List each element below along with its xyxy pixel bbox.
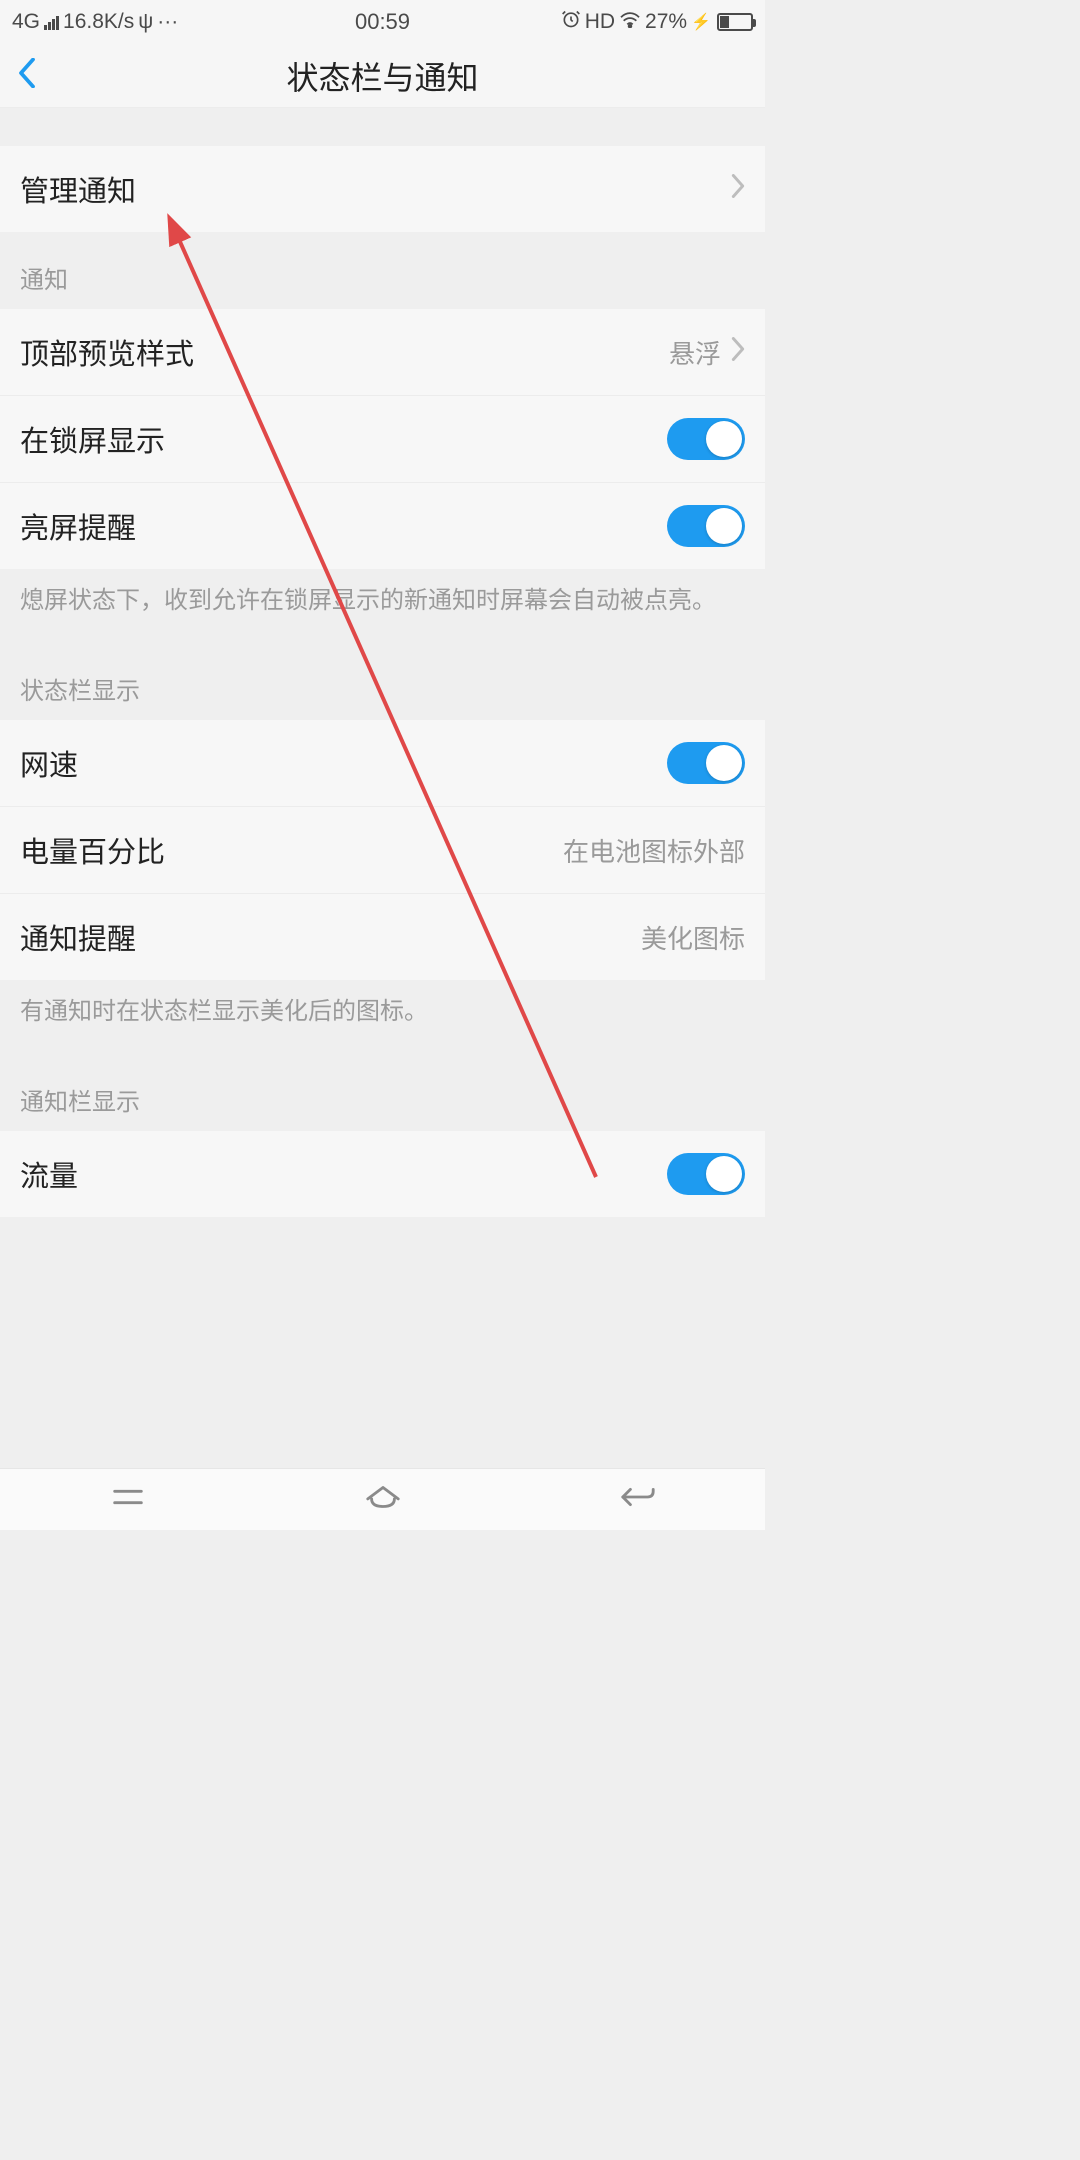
- data-usage-row: 流量: [0, 1131, 765, 1217]
- section-notifications: 通知: [0, 232, 765, 309]
- wake-screen-row: 亮屏提醒: [0, 482, 765, 569]
- usb-icon: ψ: [138, 10, 153, 34]
- home-button[interactable]: [364, 1478, 402, 1521]
- section-panel: 通知栏显示: [0, 1054, 765, 1131]
- section-statusbar: 状态栏显示: [0, 643, 765, 720]
- back-nav-button[interactable]: [619, 1478, 657, 1521]
- notify-reminder-row[interactable]: 通知提醒 美化图标: [0, 893, 765, 980]
- wake-screen-toggle[interactable]: [667, 505, 745, 547]
- row-label: 电量百分比: [20, 829, 165, 871]
- system-nav-bar: [0, 1468, 765, 1530]
- net-speed-row: 网速: [0, 720, 765, 806]
- header: 状态栏与通知: [0, 44, 765, 108]
- signal-icon: [44, 14, 59, 30]
- row-label: 顶部预览样式: [20, 331, 194, 373]
- lock-screen-toggle[interactable]: [667, 418, 745, 460]
- clock: 00:59: [355, 9, 410, 35]
- battery-icon: [717, 13, 753, 31]
- battery-percent-row[interactable]: 电量百分比 在电池图标外部: [0, 806, 765, 893]
- back-button[interactable]: [0, 58, 54, 93]
- lock-screen-row: 在锁屏显示: [0, 395, 765, 482]
- network-speed: 16.8K/s: [63, 10, 134, 34]
- network-type: 4G: [12, 10, 40, 34]
- chevron-right-icon: [731, 173, 745, 206]
- wifi-icon: [619, 10, 641, 34]
- net-speed-toggle[interactable]: [667, 742, 745, 784]
- row-value: 悬浮: [669, 334, 721, 371]
- row-value: 在电池图标外部: [563, 832, 745, 869]
- data-usage-toggle[interactable]: [667, 1153, 745, 1195]
- row-label: 通知提醒: [20, 916, 136, 958]
- manage-notifications-row[interactable]: 管理通知: [0, 146, 765, 232]
- status-bar: 4G 16.8K/s ψ ··· 00:59 HD 27% ⚡: [0, 0, 765, 44]
- row-label: 管理通知: [20, 168, 136, 210]
- more-icon: ···: [157, 10, 178, 34]
- hd-indicator: HD: [585, 10, 615, 34]
- row-label: 在锁屏显示: [20, 418, 165, 460]
- charging-icon: ⚡: [691, 12, 711, 32]
- reminder-footer: 有通知时在状态栏显示美化后的图标。: [0, 980, 765, 1054]
- alarm-icon: [561, 9, 581, 35]
- chevron-right-icon: [731, 336, 745, 369]
- row-label: 流量: [20, 1153, 78, 1195]
- row-value: 美化图标: [641, 919, 745, 956]
- wake-screen-footer: 熄屏状态下，收到允许在锁屏显示的新通知时屏幕会自动被点亮。: [0, 569, 765, 643]
- battery-percent: 27%: [645, 10, 687, 34]
- recents-button[interactable]: [109, 1478, 147, 1521]
- page-title: 状态栏与通知: [286, 53, 478, 99]
- row-label: 亮屏提醒: [20, 505, 136, 547]
- preview-style-row[interactable]: 顶部预览样式 悬浮: [0, 309, 765, 395]
- row-label: 网速: [20, 742, 78, 784]
